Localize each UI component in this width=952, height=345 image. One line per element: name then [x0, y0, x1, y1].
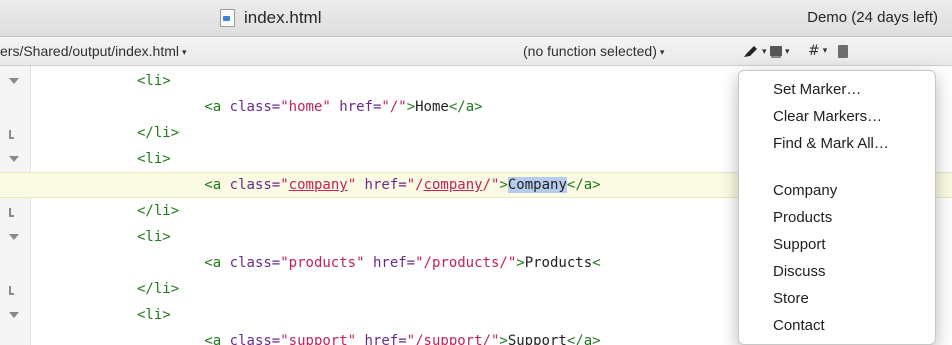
code-text: <a class="company" href="/company/">Comp…: [204, 173, 601, 197]
menu-item-find-mark-all[interactable]: Find & Mark All…: [773, 132, 889, 156]
file-path-label: ers/Shared/output/index.html: [0, 43, 179, 59]
code-text: <a class="home" href="/">Home</a>: [204, 94, 482, 120]
code-text: <li>: [137, 224, 171, 250]
chevron-down-icon: ▾: [762, 45, 767, 56]
code-token: Products: [524, 255, 593, 271]
hash-label: #: [808, 43, 820, 59]
code-token: <li>: [137, 151, 171, 167]
marker-pen-icon: [744, 46, 757, 57]
code-token: "support": [280, 333, 357, 345]
code-token: ": [347, 177, 357, 193]
code-token: <a: [204, 177, 230, 193]
code-token: Home: [415, 99, 449, 115]
code-token: </a>: [448, 99, 483, 115]
code-text: <li>: [137, 146, 171, 172]
chevron-down-icon: ▾: [659, 47, 665, 57]
code-token: class=: [229, 333, 281, 345]
fold-triangle-icon[interactable]: [9, 312, 19, 318]
code-token: company: [423, 177, 483, 193]
code-token: <: [592, 255, 601, 271]
code-token: >: [499, 177, 508, 193]
code-token: <a: [204, 333, 230, 345]
menu-item-marker-company[interactable]: Company: [773, 179, 837, 203]
fold-triangle-icon[interactable]: [9, 78, 19, 84]
code-text: <li>: [137, 68, 171, 94]
code-text: <a class="products" href="/products/">Pr…: [204, 250, 600, 276]
hash-button[interactable]: # ▾: [808, 37, 827, 65]
fold-triangle-icon[interactable]: [9, 234, 19, 240]
menu-item-marker-discuss[interactable]: Discuss: [773, 260, 826, 284]
menu-item-set-marker[interactable]: Set Marker…: [773, 78, 861, 102]
code-token: >: [516, 255, 525, 271]
code-text: </li>: [137, 276, 179, 302]
code-token: "/support/": [406, 333, 500, 345]
code-token: href=: [330, 99, 382, 115]
chevron-down-icon: ▾: [785, 45, 790, 56]
code-token: href=: [364, 255, 416, 271]
menu-item-clear-markers[interactable]: Clear Markers…: [773, 105, 882, 129]
code-token: </li>: [137, 281, 180, 297]
window-title: index.html: [244, 8, 322, 27]
document-button[interactable]: [838, 37, 848, 65]
code-token: ": [280, 177, 289, 193]
window-title-group: index.html: [220, 0, 321, 36]
code-token: "/products/": [415, 255, 517, 271]
code-token: <a: [204, 99, 230, 115]
function-popup[interactable]: (no function selected) ▾: [523, 37, 664, 65]
code-token: company: [288, 177, 348, 193]
code-token: Support: [507, 333, 567, 345]
code-token: </li>: [137, 203, 180, 219]
chevron-down-icon: ▾: [182, 47, 187, 57]
menu-item-marker-products[interactable]: Products: [773, 206, 832, 230]
code-token: "products": [280, 255, 365, 271]
code-token: >: [406, 99, 416, 115]
code-token: href=: [356, 333, 407, 345]
demo-status[interactable]: Demo (24 days left): [807, 0, 938, 36]
selected-text: Company: [507, 177, 567, 193]
code-token: <li>: [137, 73, 171, 89]
code-token: </a>: [566, 177, 601, 193]
file-path-popup[interactable]: ers/Shared/output/index.html ▾: [0, 37, 187, 65]
chevron-down-icon: ▾: [822, 46, 828, 56]
fold-end-icon[interactable]: [9, 208, 14, 217]
bookmarks-icon: [770, 46, 782, 56]
code-token: <li>: [137, 229, 171, 245]
fold-triangle-icon[interactable]: [9, 156, 19, 162]
bookmarks-button[interactable]: ▾: [770, 37, 790, 65]
title-bar: index.html Demo (24 days left): [0, 0, 952, 37]
code-text: <a class="support" href="/support/">Supp…: [204, 328, 600, 345]
code-token: <a: [204, 255, 230, 271]
function-popup-label: (no function selected): [523, 43, 657, 59]
code-token: "/: [406, 177, 424, 193]
code-token: "/": [381, 99, 407, 115]
menu-item-marker-contact[interactable]: Contact: [773, 314, 825, 338]
menu-item-marker-support[interactable]: Support: [773, 233, 826, 257]
navigation-bar: ers/Shared/output/index.html ▾ (no functi…: [0, 37, 952, 66]
code-token: <li>: [137, 307, 171, 323]
code-token: >: [499, 333, 508, 345]
code-token: </a>: [566, 333, 601, 345]
code-token: "home": [280, 99, 331, 115]
code-token: href=: [356, 177, 407, 193]
code-token: class=: [229, 255, 281, 271]
code-text: <li>: [137, 302, 171, 328]
code-token: class=: [229, 99, 281, 115]
marker-menu-button[interactable]: ▾: [743, 37, 767, 65]
html-document-icon: [220, 9, 235, 27]
code-token: /": [482, 177, 500, 193]
fold-end-icon[interactable]: [9, 130, 14, 139]
code-text: </li>: [137, 120, 179, 146]
code-token: </li>: [137, 125, 180, 141]
code-token: class=: [229, 177, 281, 193]
document-icon: [838, 44, 848, 58]
code-text: </li>: [137, 198, 179, 224]
marker-menu: Set Marker… Clear Markers… Find & Mark A…: [738, 70, 936, 345]
fold-end-icon[interactable]: [9, 286, 14, 295]
menu-item-marker-store[interactable]: Store: [773, 287, 809, 311]
